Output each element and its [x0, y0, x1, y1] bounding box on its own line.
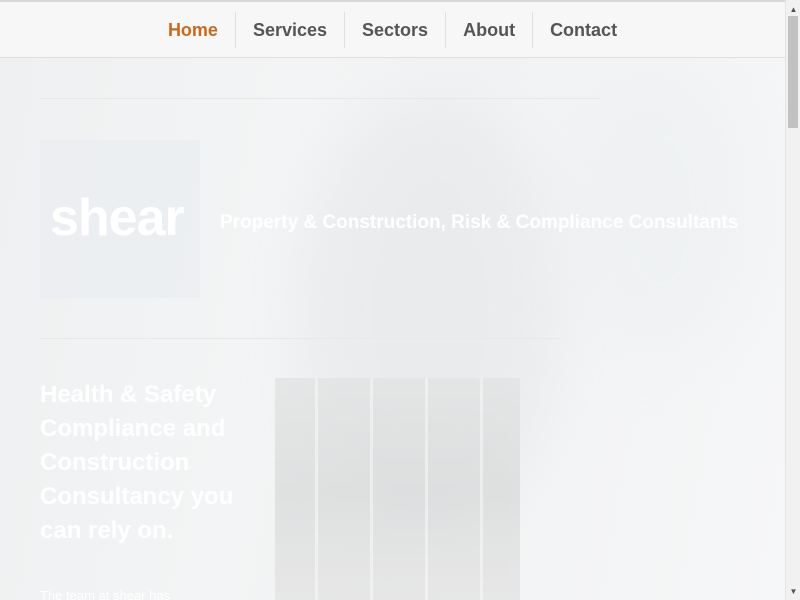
- nav-item-sectors[interactable]: Sectors: [344, 12, 445, 48]
- nav-item-contact[interactable]: Contact: [532, 12, 634, 48]
- photo-detail: [425, 378, 428, 600]
- arrow-up-icon[interactable]: ▲: [786, 2, 800, 16]
- intro-headline: Health & Safety Compliance and Construct…: [40, 381, 234, 544]
- arrow-down-icon[interactable]: ▼: [786, 584, 800, 598]
- divider: [40, 98, 600, 99]
- photo-detail: [315, 378, 318, 600]
- nav-item-about[interactable]: About: [445, 12, 532, 48]
- site-tagline: Property & Construction, Risk & Complian…: [220, 212, 739, 233]
- scrollbar-thumb[interactable]: [788, 16, 798, 128]
- site-logo[interactable]: shear: [50, 188, 185, 248]
- vertical-scrollbar[interactable]: ▲ ▼: [785, 0, 800, 600]
- main-nav: Home Services Sectors About Contact: [0, 12, 785, 48]
- photo-detail: [370, 378, 373, 600]
- nav-item-services[interactable]: Services: [234, 12, 344, 48]
- background-texture: [560, 60, 760, 360]
- page-viewport: Home Services Sectors About Contact shea…: [0, 0, 785, 600]
- intro-body-text: The team at shear has: [40, 588, 171, 600]
- top-navigation-bar: Home Services Sectors About Contact: [0, 0, 785, 58]
- divider: [40, 338, 560, 339]
- hero-photo: [275, 378, 520, 600]
- photo-detail: [480, 378, 483, 600]
- nav-item-home[interactable]: Home: [151, 12, 235, 48]
